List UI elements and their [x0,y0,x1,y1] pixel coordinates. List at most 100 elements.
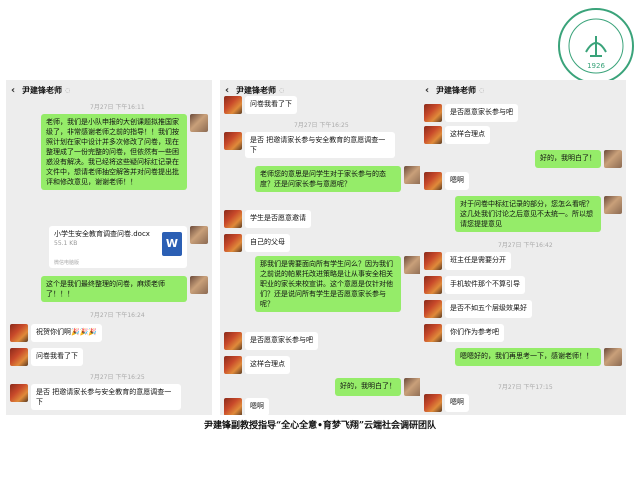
message-row: 嗯啊 [424,394,469,412]
timestamp: 7月27日 下午16:25 [90,374,145,381]
back-arrow-icon[interactable]: ‹ [220,85,234,96]
message-bubble[interactable]: 问卷我看了下 [31,348,83,366]
message-bubble[interactable]: 是否愿意家长参与吧 [445,104,518,122]
university-seal: 1926 [558,8,634,84]
avatar[interactable] [604,196,622,214]
avatar[interactable] [10,324,28,342]
avatar[interactable] [224,398,242,415]
message-bubble[interactable]: 那我们是需要面向所有学生问么？因为我们之前说的帕累托改进策略是让从事安全相关职业… [255,256,401,312]
contact-name: 尹建锋老师 [22,85,62,95]
message-row: 是否愿意家长参与吧 [224,332,318,350]
contact-name: 尹建锋老师 [236,85,276,95]
avatar[interactable] [424,252,442,270]
message-bubble[interactable]: 手机软件那个不算引导 [445,276,525,294]
mute-icon: ◌ [65,86,71,94]
timestamp: 7月27日 下午16:25 [294,122,349,129]
message-row: 你们作为参考吧 [424,324,504,342]
message-row: 问卷我看了下 [10,348,83,366]
chat-panel-2: ‹ 尹建锋老师 ◌ 问卷我看了下 7月27日 下午16:25 是否 把邀请家长参… [220,80,426,415]
message-bubble[interactable]: 你们作为参考吧 [445,324,504,342]
message-bubble[interactable]: 祝贺你们啊🎉🎉🎉 [31,324,103,342]
message-row: 这样合理点 [424,126,490,144]
svg-text:1926: 1926 [587,62,605,70]
avatar[interactable] [190,276,208,294]
message-row: 是否 把邀请家长参与安全教育的意愿调查一下 [10,384,181,410]
message-row: 这样合理点 [224,356,290,374]
message-bubble[interactable]: 嗯嗯好的，我们再思考一下，感谢老师！！ [455,348,601,366]
message-row: 是否 把邀请家长参与安全教育的意愿调查一下 [224,132,395,158]
word-file-icon: W [162,232,182,256]
avatar[interactable] [604,150,622,168]
avatar[interactable] [424,324,442,342]
message-row: 嗯嗯好的，我们再思考一下，感谢老师！！ [455,348,622,366]
message-bubble[interactable]: 是否 把邀请家长参与安全教育的意愿调查一下 [245,132,395,158]
avatar[interactable] [424,276,442,294]
message-bubble[interactable]: 老师，我们是小队申报的大创课题拟推国家级了，非常感谢老师之前的指导！！我们按照计… [41,114,187,190]
avatar[interactable] [224,234,242,252]
avatar[interactable] [190,114,208,132]
message-row: 自己的父母 [224,234,290,252]
message-bubble[interactable]: 对于问卷中标红记录的部分，您怎么看呢？这几处我们讨论之后意见不太统一。所以想请您… [455,196,601,232]
timestamp: 7月27日 下午16:24 [90,312,145,319]
timestamp: 7月27日 下午17:15 [498,384,553,391]
message-bubble[interactable]: 好的，我明白了！ [335,378,401,396]
avatar[interactable] [604,348,622,366]
message-row: 学生是否愿意邀请 [224,210,311,228]
message-row: 老师您的意思是问学生对于家长参与的态度？还是问家长参与意愿呢？ [255,166,422,192]
message-bubble[interactable]: 是否不如五个层级效果好 [445,300,532,318]
message-row: 好的，我明白了！ [335,378,422,396]
message-bubble[interactable]: 好的，我明白了！ [535,150,601,168]
timestamp: 7月27日 下午16:42 [498,242,553,249]
message-bubble[interactable]: 这个是我们最终整理的问卷，麻烦老师了！！！ [41,276,187,302]
message-bubble[interactable]: 嗯啊 [445,394,469,412]
message-bubble[interactable]: 是否愿意家长参与吧 [245,332,318,350]
message-row: 那我们是需要面向所有学生问么？因为我们之前说的帕累托改进策略是让从事安全相关职业… [255,256,422,312]
message-bubble[interactable]: 这样合理点 [245,356,290,374]
avatar[interactable] [224,332,242,350]
chat-header: ‹ 尹建锋老师 ◌ [6,80,212,100]
message-row: 祝贺你们啊🎉🎉🎉 [10,324,103,342]
message-row: 问卷我看了下 [224,96,297,114]
figure-caption: 尹建锋副教授指导“全心全意•育梦飞翔”云端社会调研团队 [203,421,437,431]
back-arrow-icon[interactable]: ‹ [420,85,434,96]
avatar[interactable] [224,96,242,114]
message-row: 小学生安全教育调查问卷.docx 55.1 KB W 微信电脑版 [49,226,208,268]
message-bubble[interactable]: 是否 把邀请家长参与安全教育的意愿调查一下 [31,384,181,410]
chat-header: ‹ 尹建锋老师 ◌ [420,80,626,100]
chat-panel-3: ‹ 尹建锋老师 ◌ 是否愿意家长参与吧 这样合理点 好的，我明白了！ 嗯啊 对于… [420,80,626,415]
message-bubble[interactable]: 学生是否愿意邀请 [245,210,311,228]
file-name: 小学生安全教育调查问卷.docx [54,230,150,238]
message-bubble[interactable]: 问卷我看了下 [245,96,297,114]
avatar[interactable] [424,172,442,190]
message-row: 好的，我明白了！ [535,150,622,168]
avatar[interactable] [224,132,242,150]
mute-icon: ◌ [479,86,485,94]
avatar[interactable] [424,104,442,122]
message-bubble[interactable]: 这样合理点 [445,126,490,144]
message-bubble[interactable]: 自己的父母 [245,234,290,252]
avatar[interactable] [224,356,242,374]
chat-panel-1: ‹ 尹建锋老师 ◌ 7月27日 下午16:11 老师，我们是小队申报的大创课题拟… [6,80,212,415]
message-bubble[interactable]: 老师您的意思是问学生对于家长参与的态度？还是问家长参与意愿呢？ [255,166,401,192]
avatar[interactable] [424,126,442,144]
message-row: 班主任是需要分开 [424,252,511,270]
file-attachment[interactable]: 小学生安全教育调查问卷.docx 55.1 KB W 微信电脑版 [49,226,187,268]
avatar[interactable] [424,394,442,412]
back-arrow-icon[interactable]: ‹ [6,85,20,96]
avatar[interactable] [10,384,28,402]
message-bubble[interactable]: 班主任是需要分开 [445,252,511,270]
message-row: 对于问卷中标红记录的部分，您怎么看呢？这几处我们讨论之后意见不太统一。所以想请您… [455,196,622,232]
timestamp: 7月27日 下午16:11 [90,104,145,111]
avatar[interactable] [190,226,208,244]
message-row: 是否不如五个层级效果好 [424,300,532,318]
message-row: 这个是我们最终整理的问卷，麻烦老师了！！！ [41,276,208,302]
message-bubble[interactable]: 嗯啊 [245,398,269,415]
message-bubble[interactable]: 嗯啊 [445,172,469,190]
avatar[interactable] [424,300,442,318]
avatar[interactable] [224,210,242,228]
mute-icon: ◌ [279,86,285,94]
avatar[interactable] [10,348,28,366]
message-row: 手机软件那个不算引导 [424,276,525,294]
message-row: 是否愿意家长参与吧 [424,104,518,122]
contact-name: 尹建锋老师 [436,85,476,95]
